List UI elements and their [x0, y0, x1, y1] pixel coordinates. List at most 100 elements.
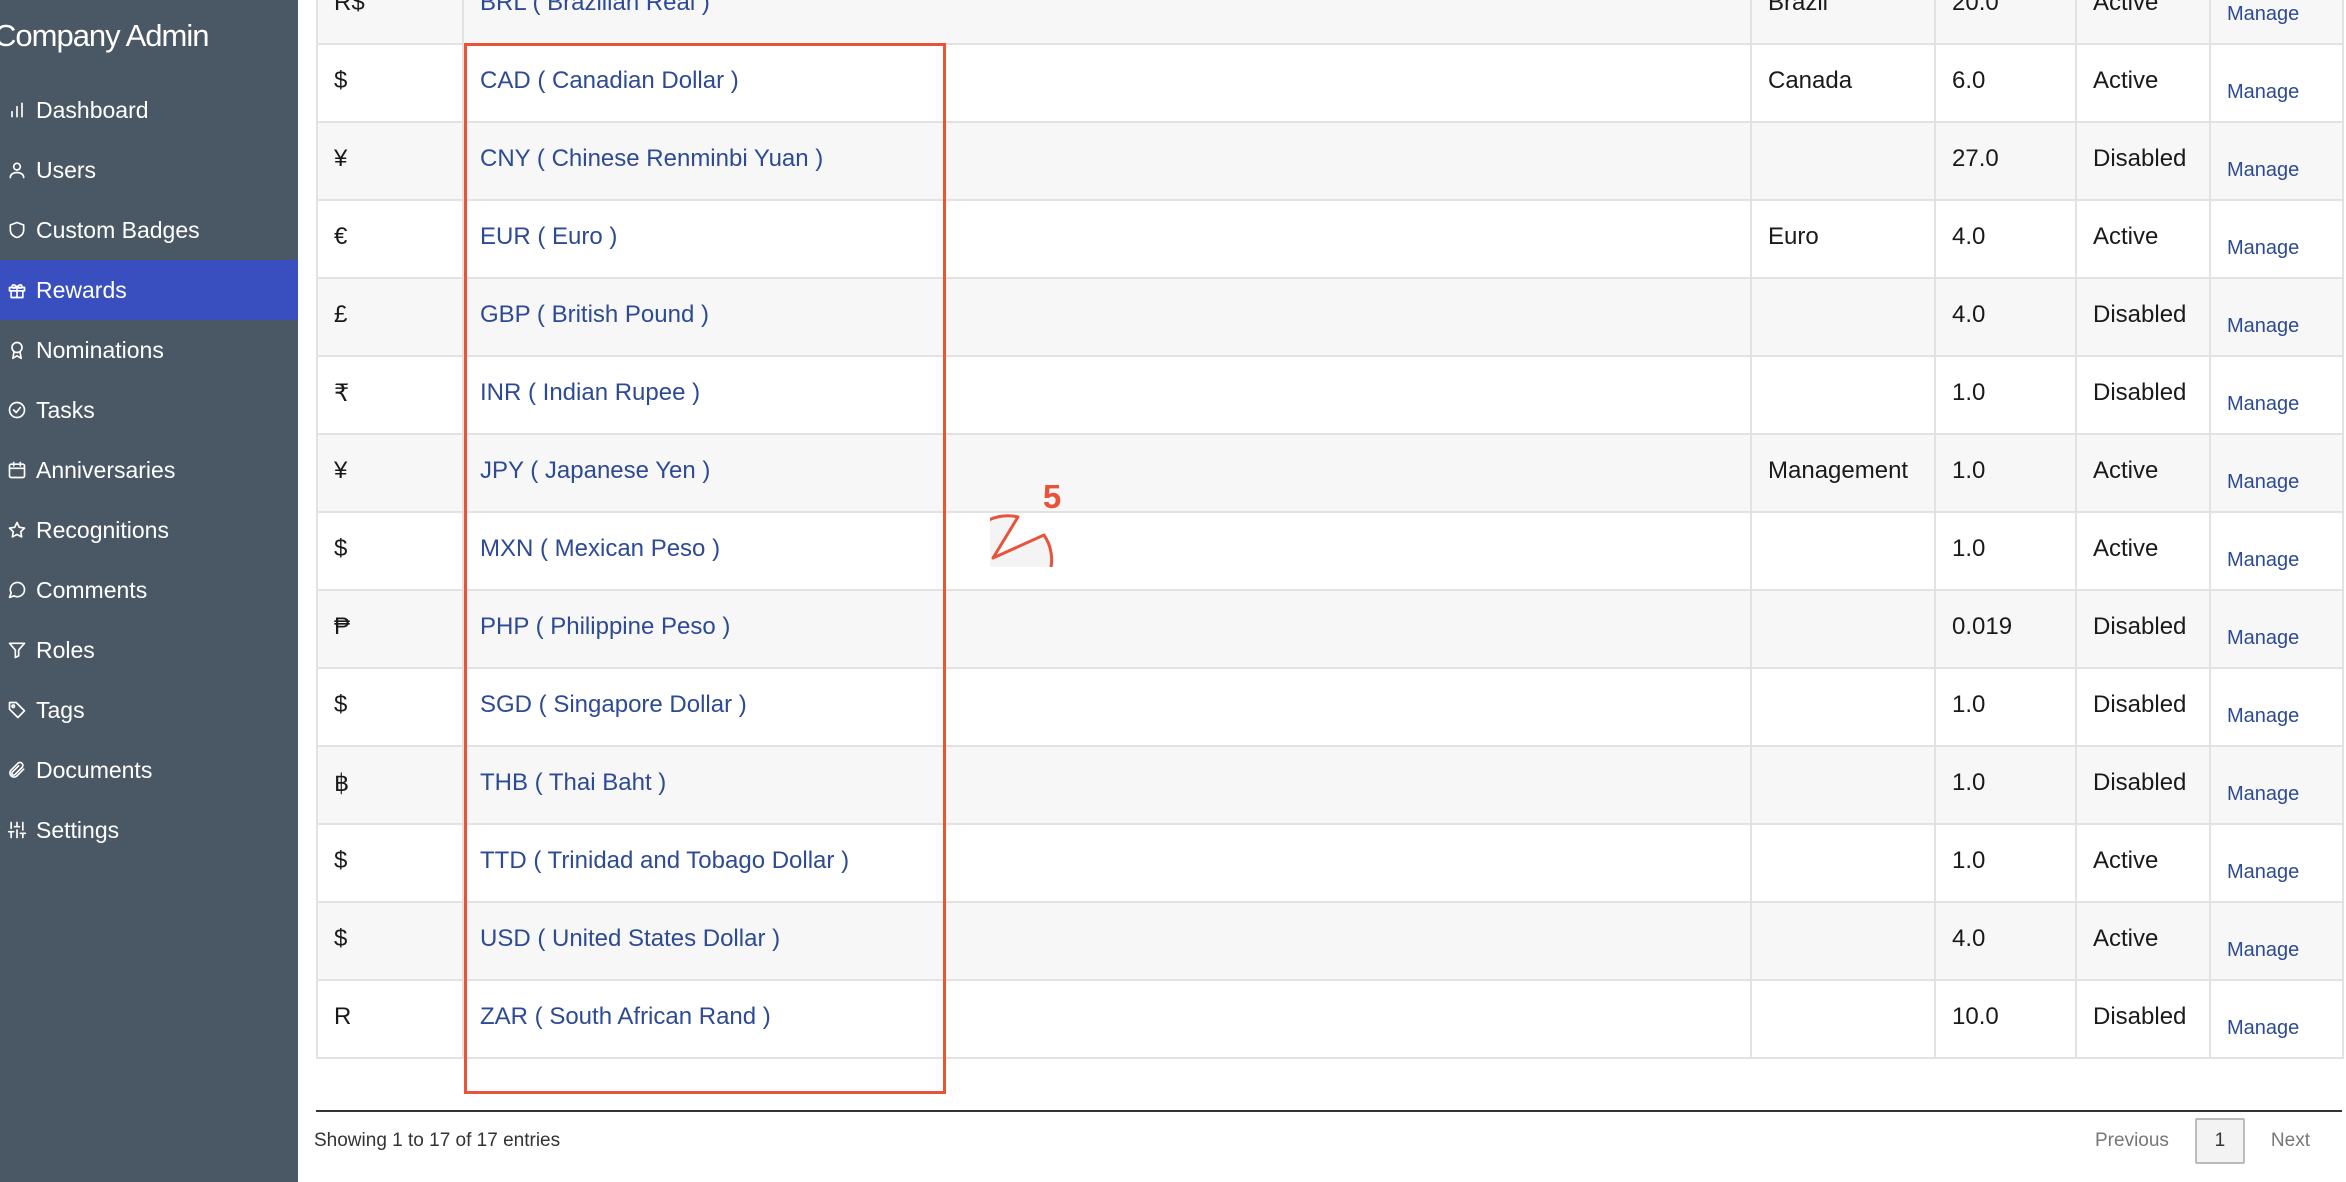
manage-link[interactable]: Manage: [2227, 549, 2299, 571]
currency-symbol-cell: ¥: [316, 121, 464, 201]
check-circle-icon: [6, 399, 28, 421]
currency-code-cell: PHP ( Philippine Peso ): [462, 589, 1752, 669]
manage-cell: Manage: [2209, 121, 2344, 201]
currency-symbol-cell: ¥: [316, 433, 464, 513]
exchange-rate-cell: 1.0: [1934, 667, 2077, 747]
annotation-step-number: 5: [1042, 478, 1062, 515]
currency-symbol-cell: $: [316, 823, 464, 903]
manage-cell: Manage: [2209, 355, 2344, 435]
currency-link[interactable]: PHP ( Philippine Peso ): [480, 613, 730, 640]
sidebar-item-label: Custom Badges: [36, 216, 200, 243]
currency-link[interactable]: CNY ( Chinese Renminbi Yuan ): [480, 145, 823, 172]
table-row: $ SGD ( Singapore Dollar ) 1.0 Disabled Mana…: [316, 667, 2344, 747]
tag-icon: [6, 699, 28, 721]
currency-code-cell: EUR ( Euro ): [462, 199, 1752, 279]
currency-name-cell: [1750, 745, 1936, 825]
sidebar-item-comments[interactable]: Comments: [0, 560, 298, 620]
table-row: ₱ PHP ( Philippine Peso ) 0.019 Disabled Man…: [316, 589, 2344, 669]
manage-link[interactable]: Manage: [2227, 237, 2299, 259]
currency-symbol-cell: $: [316, 43, 464, 123]
manage-link[interactable]: Manage: [2227, 783, 2299, 805]
currency-symbol-cell: R$: [316, 0, 464, 45]
manage-cell: Manage: [2209, 745, 2344, 825]
manage-link[interactable]: Manage: [2227, 393, 2299, 415]
table-row: $ USD ( United States Dollar ) 4.0 Active Ma…: [316, 901, 2344, 981]
manage-cell: Manage: [2209, 511, 2344, 591]
page-1-button[interactable]: 1: [2194, 1118, 2245, 1164]
currency-name-cell: [1750, 511, 1936, 591]
currency-name-cell: Euro: [1750, 199, 1936, 279]
sidebar-item-roles[interactable]: Roles: [0, 620, 298, 680]
table-row: $ CAD ( Canadian Dollar ) Canada 6.0 Active M…: [316, 43, 2344, 123]
currency-link[interactable]: CAD ( Canadian Dollar ): [480, 67, 739, 94]
sidebar-item-label: Comments: [36, 576, 148, 603]
currency-link[interactable]: ZAR ( South African Rand ): [480, 1003, 771, 1030]
currency-table: R$ BRL ( Brazilian Real ) Brazil 20.0 Active…: [316, 0, 2344, 1059]
sidebar-item-label: Users: [36, 156, 97, 183]
currency-name-cell: [1750, 355, 1936, 435]
sidebar-item-tasks[interactable]: Tasks: [0, 380, 298, 440]
sidebar-item-documents[interactable]: Documents: [0, 740, 298, 800]
sidebar-item-label: Roles: [36, 636, 95, 663]
manage-link[interactable]: Manage: [2227, 3, 2299, 25]
sidebar-item-tags[interactable]: Tags: [0, 680, 298, 740]
currency-name-cell: [1750, 979, 1936, 1059]
manage-link[interactable]: Manage: [2227, 939, 2299, 961]
currency-link[interactable]: BRL ( Brazilian Real ): [480, 0, 710, 16]
manage-cell: Manage: [2209, 0, 2344, 45]
exchange-rate-cell: 6.0: [1934, 43, 2077, 123]
exchange-rate-cell: 4.0: [1934, 277, 2077, 357]
manage-link[interactable]: Manage: [2227, 705, 2299, 727]
currency-symbol-cell: ฿: [316, 745, 464, 825]
currency-link[interactable]: MXN ( Mexican Peso ): [480, 535, 720, 562]
exchange-rate-cell: 10.0: [1934, 979, 2077, 1059]
manage-link[interactable]: Manage: [2227, 81, 2299, 103]
table-row: ¥ CNY ( Chinese Renminbi Yuan ) 27.0 Disabl…: [316, 121, 2344, 201]
manage-link[interactable]: Manage: [2227, 861, 2299, 883]
sidebar-item-nominations[interactable]: Nominations: [0, 320, 298, 380]
sidebar-item-dashboard[interactable]: Dashboard: [0, 80, 298, 140]
currency-link[interactable]: THB ( Thai Baht ): [480, 769, 666, 796]
sidebar-item-rewards[interactable]: Rewards: [0, 260, 298, 320]
manage-link[interactable]: Manage: [2227, 627, 2299, 649]
manage-link[interactable]: Manage: [2227, 1017, 2299, 1039]
currency-symbol-cell: $: [316, 901, 464, 981]
user-icon: [6, 159, 28, 181]
currency-link[interactable]: JPY ( Japanese Yen ): [480, 457, 710, 484]
exchange-rate-cell: 1.0: [1934, 511, 2077, 591]
brand-title[interactable]: Company Admin: [0, 18, 209, 54]
manage-link[interactable]: Manage: [2227, 159, 2299, 181]
manage-cell: Manage: [2209, 277, 2344, 357]
currency-code-cell: JPY ( Japanese Yen ): [462, 433, 1752, 513]
previous-button[interactable]: Previous: [2069, 1130, 2195, 1152]
sidebar-item-users[interactable]: Users: [0, 140, 298, 200]
bar-chart-icon: [6, 99, 28, 121]
filter-icon: [6, 639, 28, 661]
manage-cell: Manage: [2209, 901, 2344, 981]
sidebar-item-label: Anniversaries: [36, 456, 176, 483]
currency-link[interactable]: TTD ( Trinidad and Tobago Dollar ): [480, 847, 849, 874]
sidebar-item-label: Tasks: [36, 396, 95, 423]
currency-link[interactable]: EUR ( Euro ): [480, 223, 617, 250]
currency-name-cell: [1750, 121, 1936, 201]
exchange-rate-cell: 4.0: [1934, 199, 2077, 279]
sidebar-item-recognitions[interactable]: Recognitions: [0, 500, 298, 560]
currency-link[interactable]: INR ( Indian Rupee ): [480, 379, 700, 406]
currency-symbol-cell: $: [316, 511, 464, 591]
currency-link[interactable]: GBP ( British Pound ): [480, 301, 709, 328]
status-cell: Active: [2075, 511, 2211, 591]
currency-link[interactable]: USD ( United States Dollar ): [480, 925, 780, 952]
star-icon: [6, 519, 28, 541]
manage-cell: Manage: [2209, 979, 2344, 1059]
currency-name-cell: [1750, 901, 1936, 981]
manage-link[interactable]: Manage: [2227, 315, 2299, 337]
sliders-icon: [6, 819, 28, 841]
sidebar-item-settings[interactable]: Settings: [0, 800, 298, 860]
manage-link[interactable]: Manage: [2227, 471, 2299, 493]
sidebar-item-custom-badges[interactable]: Custom Badges: [0, 200, 298, 260]
currency-link[interactable]: SGD ( Singapore Dollar ): [480, 691, 747, 718]
exchange-rate-cell: 1.0: [1934, 355, 2077, 435]
next-button[interactable]: Next: [2245, 1130, 2336, 1152]
sidebar-item-anniversaries[interactable]: Anniversaries: [0, 440, 298, 500]
status-cell: Active: [2075, 823, 2211, 903]
